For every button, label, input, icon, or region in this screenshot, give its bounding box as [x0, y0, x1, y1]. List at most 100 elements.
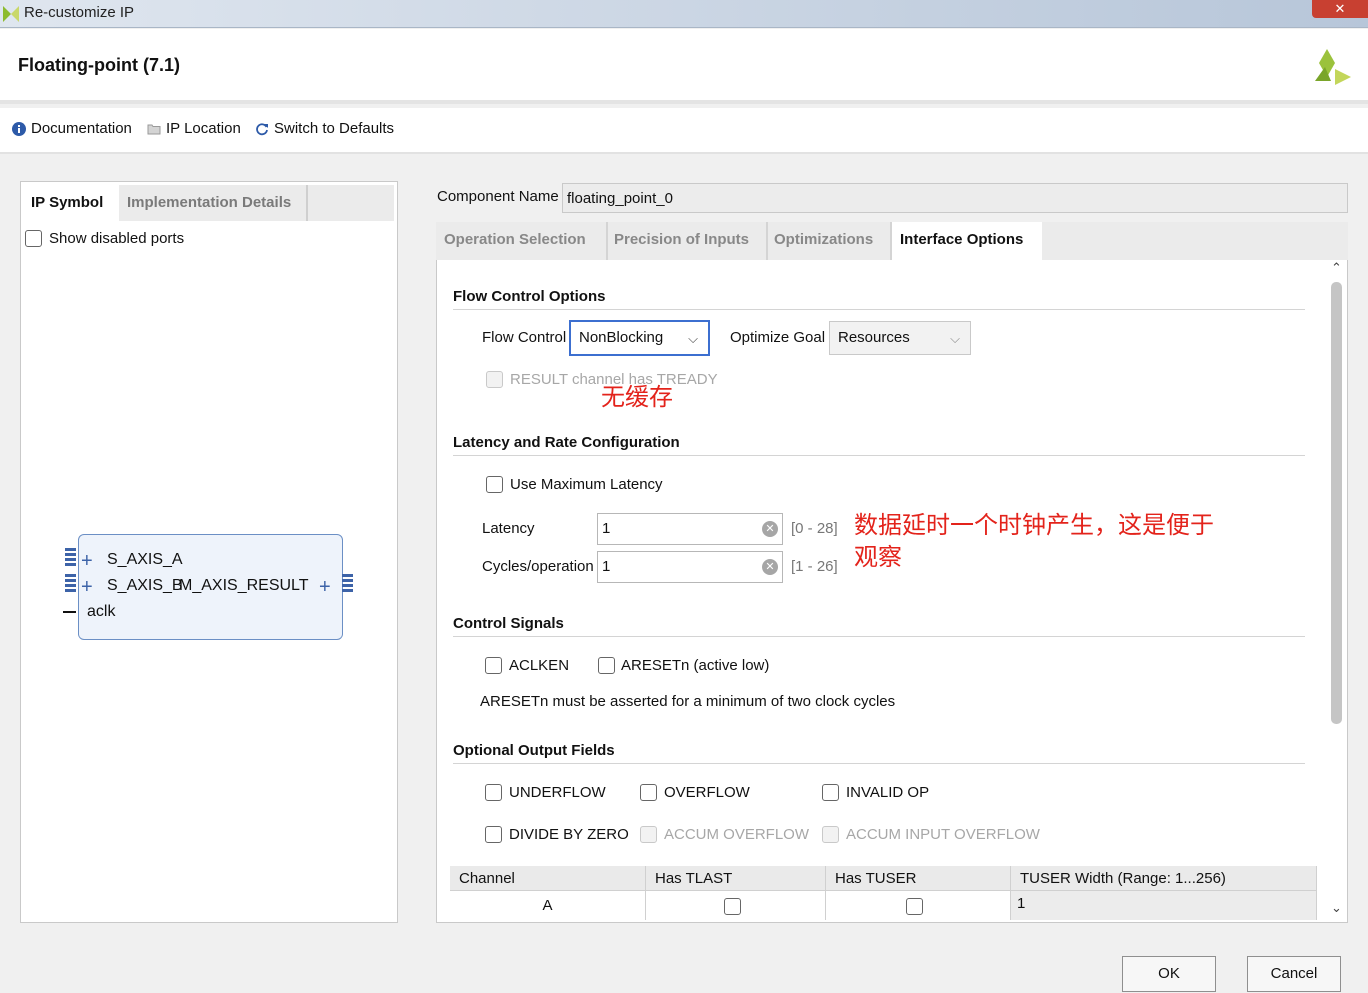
cancel-button[interactable]: Cancel	[1247, 956, 1341, 992]
clear-icon[interactable]: ✕	[762, 559, 778, 575]
annotation-no-buffer: 无缓存	[601, 383, 673, 411]
flow-control-section-title: Flow Control Options	[453, 288, 606, 305]
port-line-icon	[63, 611, 76, 613]
use-max-latency-checkbox[interactable]	[486, 476, 503, 493]
section-divider	[453, 636, 1305, 637]
accum-input-overflow-label: ACCUM INPUT OVERFLOW	[846, 826, 1040, 843]
chevron-down-icon: ⌵	[688, 331, 698, 346]
optional-output-section-title: Optional Output Fields	[453, 742, 615, 759]
cycles-value: 1	[602, 558, 611, 575]
port-s-axis-b: S_AXIS_B	[107, 577, 183, 594]
tuser-width-cell[interactable]: 1	[1011, 890, 1317, 920]
component-name-input[interactable]: floating_point_0	[562, 183, 1348, 213]
overflow-checkbox[interactable]	[640, 784, 657, 801]
tab-ip-symbol[interactable]: IP Symbol	[24, 185, 119, 221]
tab-precision-of-inputs[interactable]: Precision of Inputs	[606, 222, 768, 260]
latency-label: Latency	[482, 520, 535, 537]
show-disabled-ports-label: Show disabled ports	[49, 230, 185, 247]
info-icon	[12, 121, 26, 136]
toolbar: Documentation IP Location Switch to Defa…	[0, 108, 1368, 154]
column-header-has-tuser: Has TUSER	[826, 866, 1011, 890]
table-row: A	[450, 890, 646, 920]
ip-location-button[interactable]: IP Location	[147, 120, 241, 137]
aclken-label: ACLKEN	[509, 657, 570, 674]
column-header-tuser-width: TUSER Width (Range: 1...256)	[1011, 866, 1317, 890]
left-tabs: IP Symbol Implementation Details	[24, 185, 394, 221]
port-aclk: aclk	[87, 603, 116, 620]
has-tuser-cell	[826, 890, 1011, 920]
accum-overflow-checkbox[interactable]	[640, 826, 657, 843]
tab-operation-selection[interactable]: Operation Selection	[436, 222, 608, 260]
scrollbar-thumb[interactable]	[1331, 282, 1342, 724]
component-name-label: Component Name	[437, 188, 559, 205]
latency-range: [0 - 28]	[791, 520, 838, 537]
cycles-range: [1 - 26]	[791, 558, 838, 575]
switch-defaults-label: Switch to Defaults	[274, 120, 395, 137]
cycles-label: Cycles/operation	[482, 558, 594, 575]
flow-control-label: Flow Control	[482, 329, 567, 346]
show-disabled-ports-checkbox[interactable]	[25, 230, 42, 247]
dialog-header: Floating-point (7.1)	[0, 29, 1368, 104]
annotation-latency-line1: 数据延时一个时钟产生，这是便于	[854, 511, 1214, 539]
ok-button[interactable]: OK	[1122, 956, 1216, 992]
bus-interface-icon	[65, 548, 76, 566]
optimize-goal-value: Resources	[838, 329, 910, 346]
chevron-down-icon: ⌵	[950, 331, 960, 346]
result-tready-checkbox[interactable]	[486, 371, 503, 388]
close-button[interactable]: ✕	[1312, 0, 1368, 18]
port-s-axis-a: S_AXIS_A	[107, 551, 183, 568]
config-tabs: Operation Selection Precision of Inputs …	[436, 222, 1348, 260]
aresetn-checkbox[interactable]	[598, 657, 615, 674]
flow-control-value: NonBlocking	[579, 329, 664, 346]
aclken-checkbox[interactable]	[485, 657, 502, 674]
column-header-has-tlast: Has TLAST	[646, 866, 826, 890]
latency-section-title: Latency and Rate Configuration	[453, 434, 680, 451]
app-logo-icon	[3, 6, 19, 22]
has-tlast-checkbox[interactable]	[724, 898, 741, 915]
scroll-up-icon[interactable]: ⌃	[1331, 260, 1342, 276]
expand-icon[interactable]: +	[319, 576, 331, 599]
channel-table: Channel Has TLAST Has TUSER TUSER Width …	[450, 866, 1317, 922]
divide-by-zero-label: DIVIDE BY ZERO	[509, 826, 629, 843]
window-titlebar: Re-customize IP ✕	[0, 0, 1368, 28]
ip-title: Floating-point (7.1)	[18, 55, 180, 75]
tab-implementation-details[interactable]: Implementation Details	[120, 185, 308, 221]
section-divider	[453, 455, 1305, 456]
brand-logo-icon	[1315, 49, 1351, 85]
column-header-channel: Channel	[450, 866, 646, 890]
optimize-goal-select[interactable]: Resources ⌵	[829, 321, 971, 355]
divide-by-zero-checkbox[interactable]	[485, 826, 502, 843]
has-tlast-cell	[646, 890, 826, 920]
section-divider	[453, 763, 1305, 764]
expand-icon[interactable]: +	[81, 576, 93, 599]
clear-icon[interactable]: ✕	[762, 521, 778, 537]
invalid-op-label: INVALID OP	[846, 784, 930, 801]
show-disabled-ports-option[interactable]: Show disabled ports	[25, 230, 184, 247]
window-title: Re-customize IP	[24, 4, 135, 21]
invalid-op-checkbox[interactable]	[822, 784, 839, 801]
cycles-input[interactable]: 1 ✕	[597, 551, 783, 583]
tab-interface-options[interactable]: Interface Options	[892, 222, 1042, 260]
ip-symbol-panel: IP Symbol Implementation Details Show di…	[20, 181, 398, 923]
optimize-goal-label: Optimize Goal	[730, 329, 826, 346]
bus-interface-icon	[342, 574, 353, 592]
underflow-checkbox[interactable]	[485, 784, 502, 801]
has-tuser-checkbox[interactable]	[906, 898, 923, 915]
aresetn-label: ARESETn (active low)	[621, 657, 770, 674]
expand-icon[interactable]: +	[81, 550, 93, 573]
scroll-down-icon[interactable]: ⌄	[1331, 900, 1342, 916]
port-m-axis-result: M_AXIS_RESULT	[179, 577, 309, 594]
refresh-icon	[256, 122, 268, 135]
switch-defaults-button[interactable]: Switch to Defaults	[255, 120, 394, 137]
annotation-latency-line2: 观察	[854, 543, 902, 571]
section-divider	[453, 309, 1305, 310]
bus-interface-icon	[65, 574, 76, 592]
aresetn-note: ARESETn must be asserted for a minimum o…	[480, 693, 896, 710]
flow-control-select[interactable]: NonBlocking ⌵	[569, 320, 710, 356]
accum-input-overflow-checkbox[interactable]	[822, 826, 839, 843]
underflow-label: UNDERFLOW	[509, 784, 606, 801]
tab-optimizations[interactable]: Optimizations	[766, 222, 892, 260]
documentation-button[interactable]: Documentation	[12, 120, 132, 137]
tuser-width-value: 1	[1017, 895, 1026, 912]
latency-input[interactable]: 1 ✕	[597, 513, 783, 545]
